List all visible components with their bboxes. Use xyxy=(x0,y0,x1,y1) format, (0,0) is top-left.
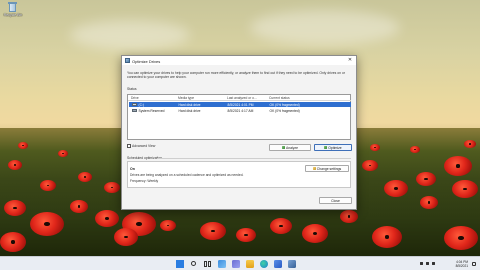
drive-name: (C:) xyxy=(138,102,145,107)
optimize-drives-taskbar-icon[interactable] xyxy=(288,260,296,268)
poppy-flower xyxy=(464,140,476,148)
wallpaper-cloud xyxy=(250,10,400,45)
task-view-icon[interactable] xyxy=(204,260,212,268)
poppy-flower xyxy=(78,172,92,182)
poppy-flower xyxy=(420,196,438,209)
poppy-flower xyxy=(0,232,26,252)
edge-browser-icon[interactable] xyxy=(260,260,268,268)
start-icon[interactable] xyxy=(176,260,184,268)
hard-drive-icon xyxy=(131,108,137,112)
advanced-view-label: Advanced View xyxy=(132,144,156,148)
poppy-flower xyxy=(444,156,472,176)
optimize-drives-window: Optimize Drives ✕ You can optimize your … xyxy=(121,55,357,210)
drives-list: Drive Media type Last analyzed or o... C… xyxy=(127,94,351,140)
advanced-view-checkbox[interactable] xyxy=(127,144,131,148)
analyze-icon xyxy=(281,146,285,150)
optimize-icon xyxy=(324,146,328,150)
widgets-icon[interactable] xyxy=(218,260,226,268)
poppy-flower xyxy=(200,222,226,240)
title-bar[interactable]: Optimize Drives ✕ xyxy=(122,56,356,65)
search-icon[interactable] xyxy=(190,260,198,268)
drive-current-status: OK (0% fragmented) xyxy=(269,108,300,113)
close-button[interactable]: Close xyxy=(319,197,352,204)
taskbar: 4:04 PM 8/5/2021 xyxy=(0,256,480,270)
poppy-flower xyxy=(370,144,380,151)
chat-icon[interactable] xyxy=(232,260,240,268)
recycle-bin-label: Recycle Bin xyxy=(3,13,23,17)
poppy-flower xyxy=(362,160,378,171)
network-icon[interactable] xyxy=(426,262,429,265)
optimize-button-label: Optimize xyxy=(328,146,342,150)
settings-shield-icon xyxy=(312,167,316,171)
drive-current-status: OK (0% fragmented) xyxy=(269,102,300,107)
poppy-flower xyxy=(95,210,119,227)
drive-media-type: Hard disk drive xyxy=(178,108,201,113)
column-header-media-type[interactable]: Media type xyxy=(178,96,194,100)
poppy-flower xyxy=(18,142,28,149)
poppy-flower xyxy=(160,220,176,231)
hard-drive-icon xyxy=(131,102,137,106)
poppy-flower xyxy=(384,180,408,197)
section-divider xyxy=(157,158,351,159)
optimize-button[interactable]: Optimize xyxy=(314,144,352,151)
poppy-flower xyxy=(410,146,420,153)
drive-last-analyzed: 8/5/2021 4:01 PM xyxy=(227,102,254,107)
clock-date: 8/5/2021 xyxy=(455,263,468,268)
poppy-flower xyxy=(416,172,436,186)
status-label: Status xyxy=(127,87,137,91)
drive-row-system-reserved[interactable]: System Reserved Hard disk drive 8/5/2021… xyxy=(129,108,351,114)
poppy-flower xyxy=(58,150,68,157)
poppy-flower xyxy=(236,228,256,242)
poppy-flower xyxy=(4,200,26,216)
recycle-bin-icon xyxy=(8,2,17,12)
store-icon[interactable] xyxy=(274,260,282,268)
analyze-button[interactable]: Analyze xyxy=(269,144,311,151)
poppy-flower xyxy=(40,180,56,191)
scheduled-state: On xyxy=(130,167,135,171)
close-window-icon[interactable]: ✕ xyxy=(346,57,354,64)
column-header-drive[interactable]: Drive xyxy=(131,96,139,100)
change-settings-label: Change settings xyxy=(316,167,342,171)
volume-icon[interactable] xyxy=(432,262,435,265)
scheduled-description: Drives are being analyzed on a scheduled… xyxy=(130,173,244,177)
poppy-flower xyxy=(444,226,478,250)
poppy-flower xyxy=(270,218,292,234)
change-settings-button[interactable]: Change settings xyxy=(305,165,349,172)
poppy-flower xyxy=(104,182,120,193)
chevron-up-icon[interactable] xyxy=(420,262,423,265)
clock[interactable]: 4:04 PM 8/5/2021 xyxy=(456,260,468,268)
column-header-last-analyzed[interactable]: Last analyzed or o... xyxy=(227,96,257,100)
drive-row-c[interactable]: (C:) Hard disk drive 8/5/2021 4:01 PM OK… xyxy=(128,101,351,107)
file-explorer-icon[interactable] xyxy=(246,260,254,268)
wallpaper-cloud xyxy=(70,20,190,50)
poppy-flower xyxy=(340,210,358,223)
poppy-flower xyxy=(114,228,138,246)
poppy-flower xyxy=(302,224,328,243)
drive-name: System Reserved xyxy=(138,108,165,113)
analyze-button-label: Analyze xyxy=(285,146,299,150)
drive-last-analyzed: 8/5/2021 4:17 AM xyxy=(227,108,254,113)
scheduled-frequency: Frequency: Weekly xyxy=(130,179,159,183)
notification-icon[interactable] xyxy=(472,262,476,266)
poppy-flower xyxy=(70,200,88,213)
description-text: You can optimize your drives to help you… xyxy=(127,71,345,80)
poppy-flower xyxy=(30,212,64,236)
column-header-current-status[interactable]: Current status xyxy=(269,96,290,100)
defrag-app-icon xyxy=(125,58,130,63)
window-title: Optimize Drives xyxy=(132,58,161,64)
poppy-flower xyxy=(8,160,22,170)
drive-media-type: Hard disk drive xyxy=(178,102,201,107)
poppy-flower xyxy=(372,226,402,248)
drives-list-header: Drive Media type Last analyzed or o... C… xyxy=(128,95,351,101)
poppy-flower xyxy=(452,180,478,198)
recycle-bin-shortcut[interactable]: Recycle Bin xyxy=(2,2,24,22)
